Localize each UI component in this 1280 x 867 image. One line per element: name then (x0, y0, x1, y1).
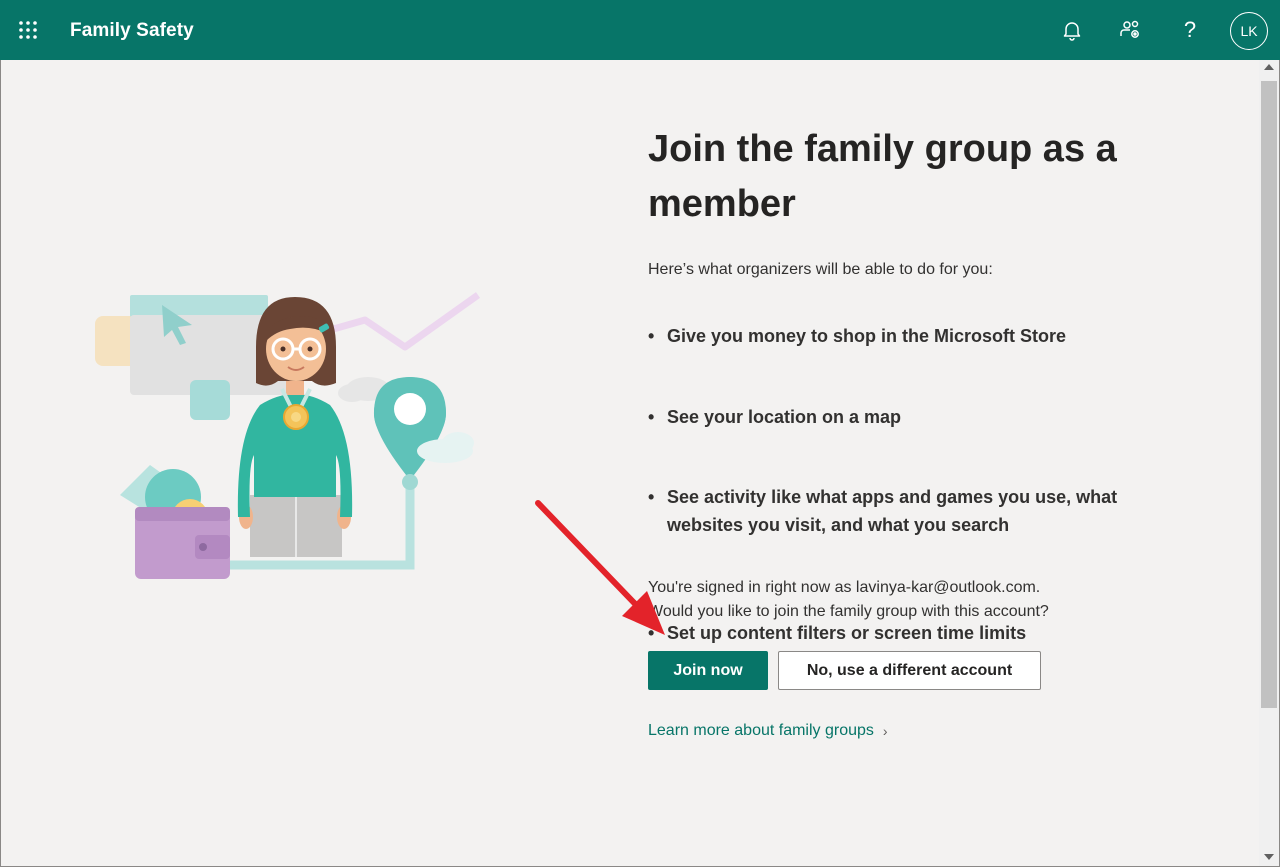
join-question-text: Would you like to join the family group … (648, 603, 1049, 620)
list-item: See activity like what apps and games yo… (648, 483, 1168, 539)
avatar[interactable]: LK (1230, 12, 1268, 50)
learn-more-link-label[interactable]: Learn more about family groups (648, 722, 874, 740)
vertical-scrollbar[interactable] (1259, 60, 1279, 866)
intro-text: Here’s what organizers will be able to d… (648, 261, 993, 278)
people-settings-icon[interactable] (1115, 14, 1147, 46)
learn-more-link[interactable]: Learn more about family groups › (648, 722, 888, 740)
list-item: See your location on a map (648, 403, 1168, 431)
app-title[interactable]: Family Safety (70, 20, 194, 42)
scroll-down-arrow-icon[interactable] (1264, 854, 1274, 860)
app-launcher-icon[interactable] (12, 14, 44, 46)
help-icon[interactable]: ? (1174, 14, 1206, 46)
chevron-right-icon: › (882, 723, 888, 739)
permissions-list: Give you money to shop in the Microsoft … (648, 322, 1168, 647)
scroll-up-arrow-icon[interactable] (1264, 64, 1274, 70)
use-different-account-button[interactable]: No, use a different account (778, 651, 1041, 690)
top-bar: Family Safety ? LK (0, 0, 1280, 60)
list-item: Give you money to shop in the Microsoft … (648, 322, 1168, 350)
scrollbar-thumb[interactable] (1261, 81, 1277, 708)
join-now-button[interactable]: Join now (648, 651, 768, 690)
signed-in-notice: You're signed in right now as lavinya-ka… (648, 576, 1168, 624)
page-title: Join the family group as a member (648, 128, 1117, 225)
signed-in-account-text: You're signed in right now as lavinya-ka… (648, 579, 1041, 596)
family-member-illustration (90, 285, 490, 585)
bell-icon[interactable] (1056, 14, 1088, 46)
